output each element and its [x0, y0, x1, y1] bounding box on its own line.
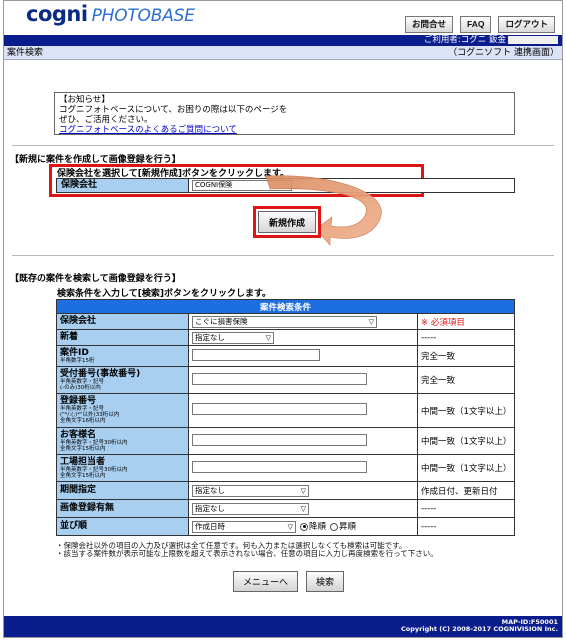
table-row: 受付番号(事故番号) 半角英数字・記号 (-のみ)30桁以内 完全一致 [56, 366, 515, 394]
user-label: ご利用者:コグニ 鈑金 [423, 35, 506, 45]
notice-line-2: ぜひ、ご活用ください。 [59, 115, 153, 125]
factory-staff-input[interactable] [192, 460, 367, 473]
row-control: 指定なし ▽ [188, 499, 418, 518]
divider [12, 145, 554, 146]
row-control [188, 345, 418, 367]
row-control: 作成日時 ▽ 降順 昇順 [188, 517, 418, 536]
create-new-button[interactable]: 新規作成 [258, 211, 316, 233]
new-arrival-select[interactable]: 指定なし ▽ [192, 331, 274, 344]
footer-bar: MAP-ID:F50001 Copyright (C) 2008-2017 CO… [4, 616, 562, 637]
table-row: お客様名 半角英数字・記号30桁以内 全角文字15桁以内 中間一致（1文字以上） [56, 427, 515, 455]
search-instruction: 検索条件を入力して[検索]ボタンをクリックします。 [57, 289, 272, 299]
table-row: 保険会社 こぐに損害保険 ▽ ※ 必須項目 [56, 313, 515, 330]
logo-cogni-text: cogni [26, 2, 88, 26]
title-bar: 案件検索 （コグニソフト 連携画面） [4, 46, 562, 60]
row-label: 画像登録有無 [56, 499, 189, 518]
table-row: 画像登録有無 指定なし ▽ ----- [56, 499, 515, 518]
search-section-title: 【既存の案件を検索して画像登録を行う】 [10, 274, 181, 284]
chevron-down-icon: ▽ [265, 333, 271, 342]
table-row: 並び順 作成日時 ▽ 降順 昇順 ----- [56, 517, 515, 536]
row-control [188, 454, 418, 482]
notice-line-1: コグニフォトベースについて、お困りの際は以下のページを [59, 105, 288, 115]
row-desc: ※ 必須項目 [417, 313, 515, 330]
header-buttons: お問合せ FAQ ログアウト [404, 16, 555, 33]
row-desc: 作成日付、更新日付 [417, 481, 515, 500]
table-row: 登録番号 半角英数字・記号 ("*/:(;)*"以外)33桁以内 全角文字16桁以… [56, 393, 515, 428]
table-row: 期間指定 指定なし ▽ 作成日付、更新日付 [56, 481, 515, 500]
chevron-down-icon: ▽ [300, 486, 306, 495]
logout-button[interactable]: ログアウト [498, 16, 555, 33]
search-conditions-table: 案件検索条件 保険会社 こぐに損害保険 ▽ ※ 必須項目 新着 指定なし ▽ ---… [56, 299, 515, 536]
row-label: 案件ID 半角数字15桁 [56, 345, 189, 367]
row-label: 新着 [56, 329, 189, 346]
row-desc: 完全一致 [417, 345, 515, 367]
row-label: 受付番号(事故番号) 半角英数字・記号 (-のみ)30桁以内 [56, 366, 189, 394]
row-control: こぐに損害保険 ▽ [188, 313, 418, 330]
inquiry-button[interactable]: お問合せ [404, 16, 453, 33]
row-label: 工場担当者 半角英数字・記号30桁以内 全角文字15桁以内 [56, 454, 189, 482]
user-name-redacted [508, 35, 558, 44]
table-row: 案件ID 半角数字15桁 完全一致 [56, 345, 515, 367]
chevron-down-icon: ▽ [368, 317, 374, 326]
row-desc: ----- [417, 517, 515, 536]
faq-button[interactable]: FAQ [460, 16, 492, 33]
row-label: 登録番号 半角英数字・記号 ("*/:(;)*"以外)33桁以内 全角文字16桁以… [56, 393, 189, 428]
company-select[interactable]: COGNI保険 [192, 180, 292, 191]
sort-asc-radio[interactable] [330, 522, 339, 531]
row-desc: ----- [417, 499, 515, 518]
row-control: 指定なし ▽ [188, 329, 418, 346]
page-mode: （コグニソフト 連携画面） [448, 48, 559, 58]
search-table-caption: 案件検索条件 [56, 299, 515, 314]
chevron-down-icon: ▽ [287, 522, 293, 531]
row-label: お客様名 半角英数字・記号30桁以内 全角文字15桁以内 [56, 427, 189, 455]
row-desc: ----- [417, 329, 515, 346]
notice-heading: 【お知らせ】 [59, 95, 110, 105]
row-desc: 中間一致（1文字以上） [417, 454, 515, 482]
user-bar: ご利用者:コグニ 鈑金 [4, 35, 562, 46]
row-control [188, 427, 418, 455]
customer-name-input[interactable] [192, 433, 367, 446]
registration-number-input[interactable] [192, 403, 367, 415]
search-note-2: ・該当する案件数が表示可能な上限数を超えて表示されない場合、任意の項目に入力し再… [56, 549, 438, 558]
insurance-company-select[interactable]: こぐに損害保険 ▽ [192, 315, 377, 328]
cogni-photobase-logo: cogni PHOTOBASE [26, 2, 195, 26]
company-label: 保険会社 [57, 179, 189, 192]
table-row: 新着 指定なし ▽ ----- [56, 329, 515, 346]
divider [12, 255, 554, 256]
company-select-row: 保険会社 COGNI保険 [56, 178, 515, 193]
row-control: 指定なし ▽ [188, 481, 418, 500]
row-desc: 中間一致（1文字以上） [417, 427, 515, 455]
sort-order-select[interactable]: 作成日時 ▽ [192, 520, 296, 533]
image-registered-select[interactable]: 指定なし ▽ [192, 502, 309, 515]
company-value-cell: COGNI保険 [189, 179, 514, 192]
sort-desc-radio[interactable] [300, 522, 308, 531]
search-notes: ・保険会社以外の項目の入力及び選択は全て任意です。何も入力または選択しなくても検… [56, 542, 438, 558]
row-control [188, 366, 418, 394]
table-row: 工場担当者 半角英数字・記号30桁以内 全角文字15桁以内 中間一致（1文字以上） [56, 454, 515, 482]
row-label: 保険会社 [56, 313, 189, 330]
row-desc: 完全一致 [417, 366, 515, 394]
menu-button[interactable]: メニューへ [233, 571, 299, 592]
copyright: Copyright (C) 2008-2017 COGNIVISION Inc. [401, 625, 558, 633]
page-frame: cogni PHOTOBASE お問合せ FAQ ログアウト ご利用者:コグニ … [3, 0, 563, 638]
highlight-box-create: 新規作成 [253, 206, 321, 238]
row-label: 並び順 [56, 517, 189, 536]
row-control [188, 393, 418, 428]
reception-number-input[interactable] [192, 372, 367, 385]
chevron-down-icon: ▽ [300, 504, 306, 513]
notice-box: 【お知らせ】 コグニフォトベースについて、お困りの際は以下のページを ぜひ、ご活… [54, 92, 515, 135]
row-label: 期間指定 [56, 481, 189, 500]
logo-photobase-text: PHOTOBASE [91, 6, 195, 26]
page-title: 案件検索 [7, 48, 44, 58]
search-button[interactable]: 検索 [306, 571, 345, 592]
period-select[interactable]: 指定なし ▽ [192, 484, 309, 497]
faq-link[interactable]: コグニフォトベースのよくあるご質問について [59, 125, 237, 135]
row-desc: 中間一致（1文字以上） [417, 393, 515, 428]
sort-desc-label: 降順 [309, 522, 327, 533]
sort-asc-label: 昇順 [339, 522, 357, 533]
case-id-input[interactable] [192, 348, 320, 361]
action-buttons: メニューへ 検索 [233, 571, 345, 592]
